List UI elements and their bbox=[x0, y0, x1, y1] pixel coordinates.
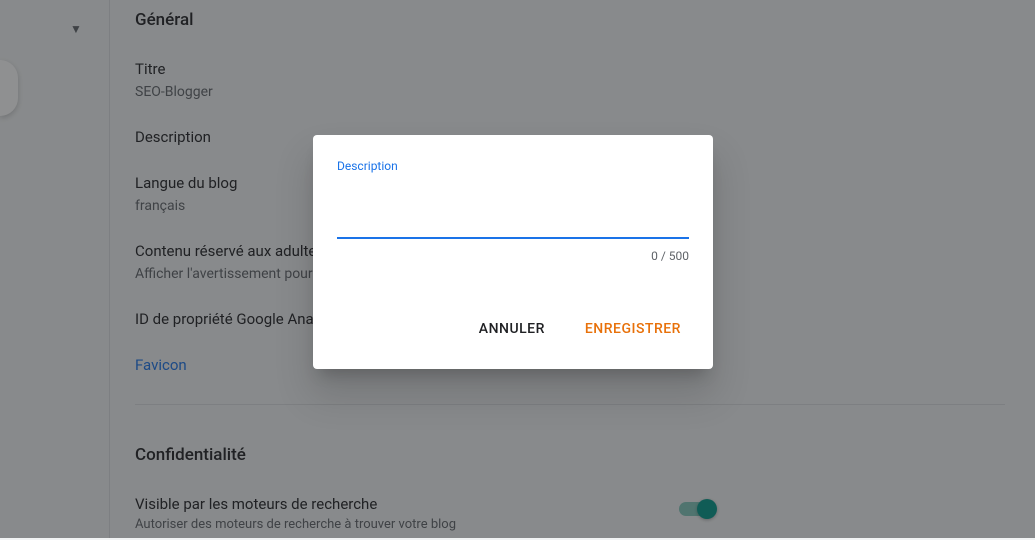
dialog-field-label: Description bbox=[337, 159, 689, 173]
char-counter: 0 / 500 bbox=[337, 249, 689, 263]
dialog-actions: ANNULER ENREGISTRER bbox=[337, 313, 689, 345]
description-dialog: Description 0 / 500 ANNULER ENREGISTRER bbox=[313, 135, 713, 369]
save-button[interactable]: ENREGISTRER bbox=[577, 313, 689, 345]
description-input[interactable] bbox=[337, 179, 689, 239]
cancel-button[interactable]: ANNULER bbox=[471, 313, 553, 345]
